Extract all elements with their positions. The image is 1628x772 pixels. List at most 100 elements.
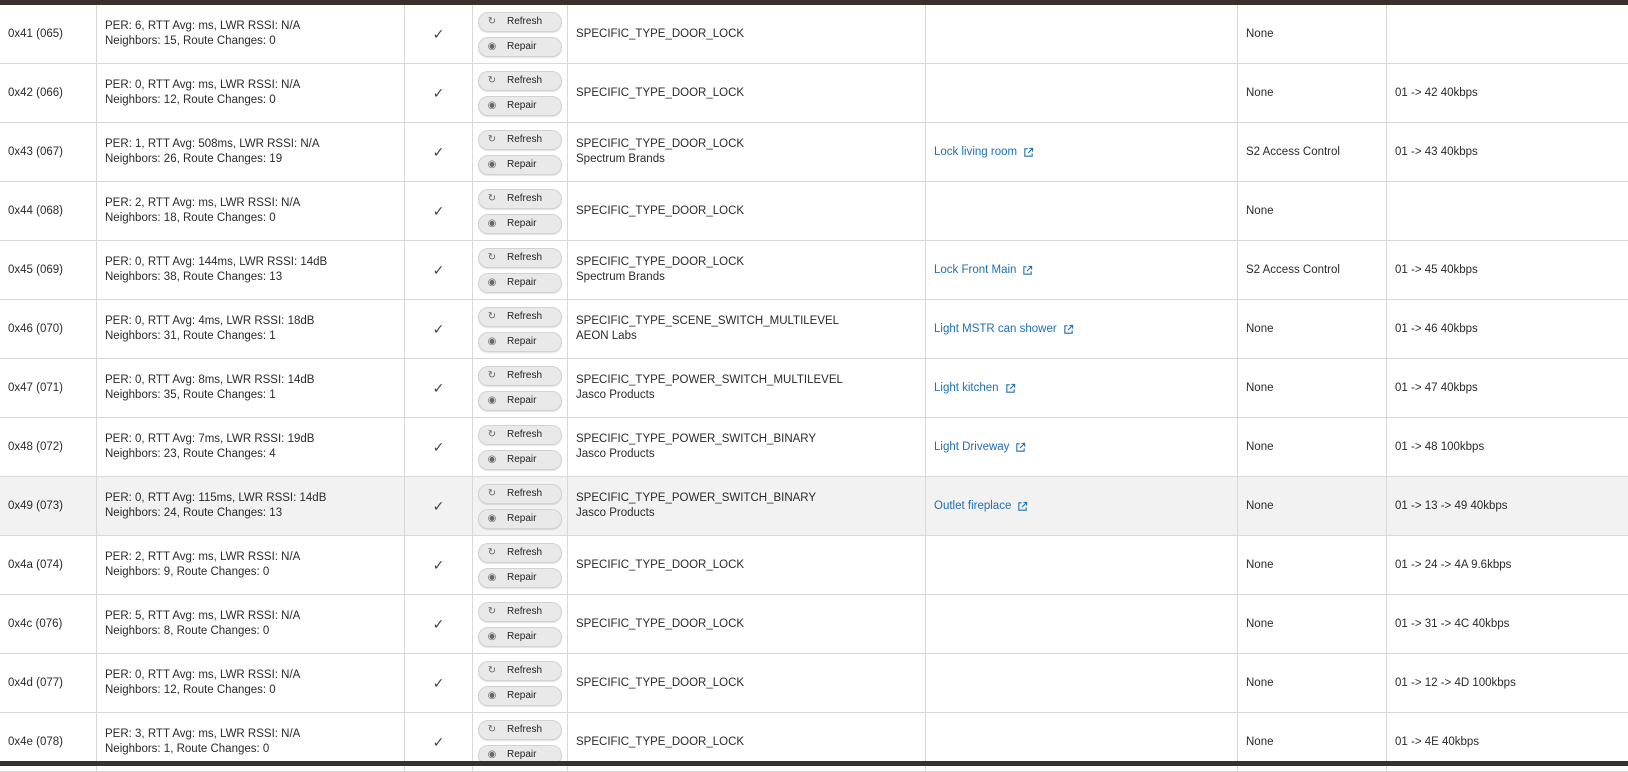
checkmark-icon: ✓ [432, 202, 445, 219]
route-cell: 01 -> 12 -> 4D 100kbps [1387, 654, 1628, 712]
status-cell: ✓ [405, 5, 473, 63]
device-link-cell: Lock Front Main [926, 241, 1238, 299]
refresh-icon: ↻ [487, 429, 497, 440]
node-id-cell: 0x41 (065) [0, 5, 97, 63]
device-type: SPECIFIC_TYPE_DOOR_LOCK [576, 617, 745, 630]
device-type-cell: SPECIFIC_TYPE_POWER_SWITCH_MULTILEVEL Ja… [568, 359, 926, 417]
repair-label: Repair [507, 336, 537, 347]
refresh-button[interactable]: ↻ Refresh [478, 424, 562, 445]
repair-label: Repair [507, 395, 537, 406]
device-link[interactable]: Light Driveway [934, 440, 1229, 455]
refresh-icon: ↻ [487, 252, 497, 263]
refresh-icon: ↻ [487, 547, 497, 558]
device-link[interactable]: Lock Front Main [934, 263, 1229, 278]
refresh-button[interactable]: ↻ Refresh [478, 660, 562, 681]
repair-icon: ◉ [487, 159, 497, 170]
node-id-cell: 0x4a (074) [0, 536, 97, 594]
node-id-cell: 0x4c (076) [0, 595, 97, 653]
device-link[interactable]: Lock living room [934, 145, 1229, 160]
actions-cell: ↻ Refresh ◉ Repair [473, 182, 568, 240]
node-id: 0x46 (070) [8, 322, 63, 335]
device-name: Light MSTR can shower [934, 322, 1057, 335]
repair-label: Repair [507, 100, 537, 111]
route: 01 -> 24 -> 4A 9.6kbps [1395, 558, 1512, 571]
repair-label: Repair [507, 277, 537, 288]
refresh-button[interactable]: ↻ Refresh [478, 247, 562, 268]
repair-label: Repair [507, 218, 537, 229]
repair-button[interactable]: ◉ Repair [478, 154, 562, 175]
security: None [1246, 735, 1274, 748]
device-link-cell [926, 595, 1238, 653]
window-bottom-bar [0, 761, 1628, 766]
repair-button[interactable]: ◉ Repair [478, 36, 562, 57]
stats-line-1: PER: 0, RTT Avg: 4ms, LWR RSSI: 18dB [105, 315, 315, 327]
stats-cell: PER: 5, RTT Avg: ms, LWR RSSI: N/A Neigh… [97, 595, 405, 653]
refresh-button[interactable]: ↻ Refresh [478, 719, 562, 740]
checkmark-icon: ✓ [432, 556, 445, 573]
device-type-cell: SPECIFIC_TYPE_SCENE_SWITCH_MULTILEVEL AE… [568, 300, 926, 358]
refresh-button[interactable]: ↻ Refresh [478, 306, 562, 327]
repair-button[interactable]: ◉ Repair [478, 272, 562, 293]
refresh-button[interactable]: ↻ Refresh [478, 483, 562, 504]
security: None [1246, 86, 1274, 99]
node-id-cell: 0x42 (066) [0, 64, 97, 122]
stats-line-1: PER: 0, RTT Avg: 7ms, LWR RSSI: 19dB [105, 433, 315, 445]
device-name: Lock Front Main [934, 263, 1017, 276]
stats-cell: PER: 0, RTT Avg: 4ms, LWR RSSI: 18dB Nei… [97, 300, 405, 358]
external-link-icon [1063, 324, 1074, 335]
repair-button[interactable]: ◉ Repair [478, 390, 562, 411]
refresh-button[interactable]: ↻ Refresh [478, 542, 562, 563]
refresh-button[interactable]: ↻ Refresh [478, 129, 562, 150]
device-link[interactable]: Outlet fireplace [934, 499, 1229, 514]
security-cell: None [1238, 5, 1387, 63]
device-link[interactable]: Light kitchen [934, 381, 1229, 396]
stats-line-2: Neighbors: 8, Route Changes: 0 [105, 625, 270, 637]
stats-cell: PER: 0, RTT Avg: 8ms, LWR RSSI: 14dB Nei… [97, 359, 405, 417]
node-id: 0x42 (066) [8, 86, 63, 99]
route: 01 -> 46 40kbps [1395, 322, 1478, 335]
refresh-button[interactable]: ↻ Refresh [478, 601, 562, 622]
repair-button[interactable]: ◉ Repair [478, 508, 562, 529]
repair-button[interactable]: ◉ Repair [478, 626, 562, 647]
device-link-cell [926, 64, 1238, 122]
repair-button[interactable]: ◉ Repair [478, 567, 562, 588]
device-link[interactable]: Light MSTR can shower [934, 322, 1229, 337]
repair-icon: ◉ [487, 690, 497, 701]
refresh-button[interactable]: ↻ Refresh [478, 365, 562, 386]
device-link-cell: Light Driveway [926, 418, 1238, 476]
stats-cell: PER: 1, RTT Avg: 508ms, LWR RSSI: N/A Ne… [97, 123, 405, 181]
repair-label: Repair [507, 159, 537, 170]
refresh-button[interactable]: ↻ Refresh [478, 70, 562, 91]
node-id-cell: 0x47 (071) [0, 359, 97, 417]
actions-cell: ↻ Refresh ◉ Repair [473, 595, 568, 653]
actions-cell: ↻ Refresh ◉ Repair [473, 5, 568, 63]
refresh-button[interactable]: ↻ Refresh [478, 188, 562, 209]
refresh-button[interactable]: ↻ Refresh [478, 11, 562, 32]
route-cell: 01 -> 24 -> 4A 9.6kbps [1387, 536, 1628, 594]
table-row: 0x41 (065) PER: 6, RTT Avg: ms, LWR RSSI… [0, 5, 1628, 64]
repair-icon: ◉ [487, 749, 497, 760]
repair-button[interactable]: ◉ Repair [478, 95, 562, 116]
route: 01 -> 48 100kbps [1395, 440, 1485, 453]
checkmark-icon: ✓ [432, 438, 445, 455]
device-type-cell: SPECIFIC_TYPE_DOOR_LOCK [568, 182, 926, 240]
route-cell: 01 -> 46 40kbps [1387, 300, 1628, 358]
refresh-label: Refresh [507, 311, 543, 322]
repair-label: Repair [507, 454, 537, 465]
manufacturer: Jasco Products [576, 389, 655, 401]
route-cell [1387, 5, 1628, 63]
checkmark-icon: ✓ [432, 615, 445, 632]
repair-button[interactable]: ◉ Repair [478, 213, 562, 234]
repair-button[interactable]: ◉ Repair [478, 449, 562, 470]
refresh-label: Refresh [507, 665, 543, 676]
device-name: Light kitchen [934, 381, 999, 394]
stats-line-1: PER: 0, RTT Avg: ms, LWR RSSI: N/A [105, 669, 301, 681]
security-cell: None [1238, 477, 1387, 535]
stats-line-1: PER: 0, RTT Avg: 8ms, LWR RSSI: 14dB [105, 374, 315, 386]
actions-cell: ↻ Refresh ◉ Repair [473, 241, 568, 299]
repair-button[interactable]: ◉ Repair [478, 685, 562, 706]
security-cell: None [1238, 182, 1387, 240]
device-type: SPECIFIC_TYPE_POWER_SWITCH_BINARY [576, 433, 817, 445]
manufacturer: Spectrum Brands [576, 153, 665, 165]
repair-button[interactable]: ◉ Repair [478, 331, 562, 352]
